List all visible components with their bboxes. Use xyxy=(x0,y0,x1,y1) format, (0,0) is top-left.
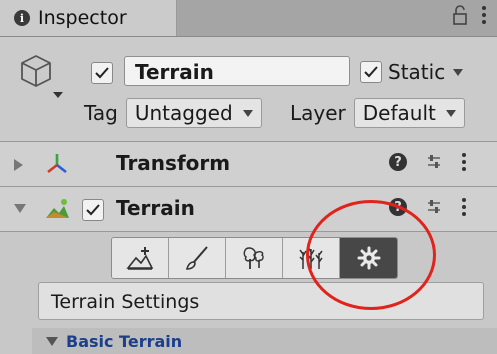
terrain-component-header[interactable]: Terrain ? xyxy=(0,187,497,232)
chevron-down-icon xyxy=(445,109,456,117)
help-icon[interactable]: ? xyxy=(389,153,407,171)
paint-trees-button[interactable] xyxy=(226,238,283,278)
chevron-down-icon xyxy=(242,109,253,117)
checkmark-icon xyxy=(364,66,378,78)
raise-lower-terrain-icon xyxy=(126,247,154,270)
settings-gear-icon xyxy=(357,246,380,270)
terrain-inspector-body: Terrain Settings Basic Terrain xyxy=(0,232,497,354)
component-title: Terrain xyxy=(116,196,195,220)
tab-title: Inspector xyxy=(38,7,127,29)
help-icon[interactable]: ? xyxy=(389,198,407,216)
layer-dropdown[interactable]: Default xyxy=(353,98,465,128)
tag-dropdown[interactable]: Untagged xyxy=(125,98,262,128)
component-tools: ? xyxy=(389,198,467,216)
inspector-tab-bar: i Inspector xyxy=(0,0,497,37)
static-dropdown-caret[interactable] xyxy=(453,68,464,76)
kebab-menu-icon[interactable] xyxy=(461,153,467,171)
tab-tools xyxy=(453,5,487,25)
object-name-field[interactable]: Terrain xyxy=(124,56,350,86)
paint-details-button[interactable] xyxy=(283,238,340,278)
foldout-arrow-collapsed[interactable] xyxy=(14,159,23,171)
component-tools: ? xyxy=(389,153,467,171)
checkmark-icon xyxy=(86,204,100,216)
tag-value: Untagged xyxy=(134,101,233,125)
transform-axes-icon xyxy=(47,154,67,174)
paint-brush-button[interactable] xyxy=(169,238,226,278)
terrain-tool-toolbar xyxy=(111,237,398,279)
presets-sliders-icon[interactable] xyxy=(425,153,443,171)
raise-lower-terrain-button[interactable] xyxy=(112,238,169,278)
transform-component-header[interactable]: Transform ? xyxy=(0,142,497,187)
terrain-enabled-checkbox[interactable] xyxy=(82,199,104,221)
layer-label: Layer xyxy=(290,101,346,125)
component-title: Transform xyxy=(116,151,231,175)
active-checkbox[interactable] xyxy=(91,62,113,84)
static-toggle[interactable]: Static xyxy=(360,60,464,84)
foldout-arrow-expanded xyxy=(46,336,58,346)
kebab-menu-icon[interactable] xyxy=(461,198,467,216)
section-title: Basic Terrain xyxy=(66,331,183,351)
inspector-tab[interactable]: i Inspector xyxy=(0,0,177,36)
info-icon: i xyxy=(14,10,30,26)
gameobject-cube-icon[interactable] xyxy=(18,53,54,89)
terrain-settings-title-box: Terrain Settings xyxy=(38,282,484,320)
inspector-panel: i Inspector Terrain Static Tag Untagged … xyxy=(0,0,497,354)
kebab-menu-icon[interactable] xyxy=(481,6,487,24)
paint-details-icon xyxy=(299,246,323,269)
presets-sliders-icon[interactable] xyxy=(425,198,443,216)
tag-label: Tag xyxy=(84,101,118,125)
terrain-settings-button[interactable] xyxy=(340,238,397,278)
checkmark-icon xyxy=(95,67,109,79)
static-label: Static xyxy=(388,60,446,84)
foldout-arrow-expanded[interactable] xyxy=(14,204,26,213)
basic-terrain-foldout[interactable]: Basic Terrain xyxy=(32,328,497,354)
layer-value: Default xyxy=(362,101,436,125)
static-checkbox[interactable] xyxy=(360,61,382,83)
layer-row: Layer Default xyxy=(290,98,465,128)
tag-row: Tag Untagged xyxy=(84,98,262,128)
paint-trees-icon xyxy=(243,247,264,269)
paint-brush-icon xyxy=(185,246,208,270)
terrain-icon xyxy=(46,199,69,218)
icon-dropdown-caret[interactable] xyxy=(53,92,63,98)
lock-icon[interactable] xyxy=(453,5,467,25)
object-header: Terrain Static Tag Untagged Layer Defaul… xyxy=(0,37,497,142)
